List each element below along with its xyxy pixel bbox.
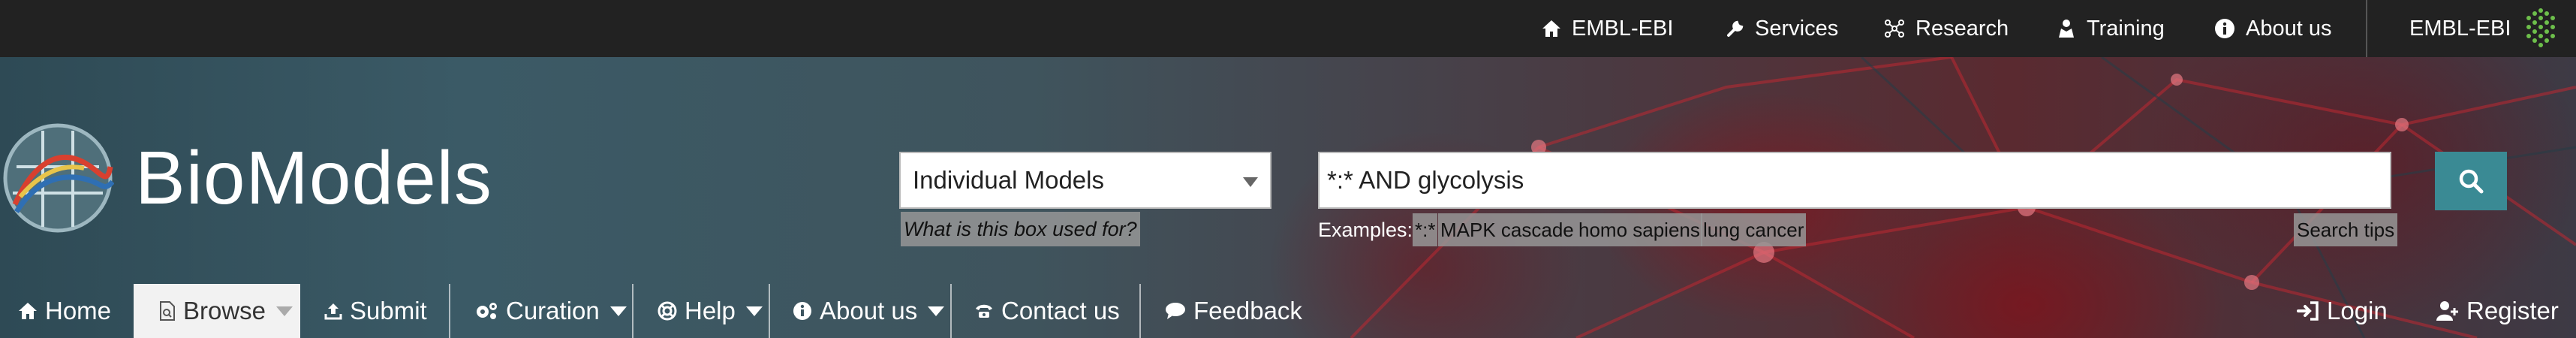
register-link[interactable]: Register xyxy=(2436,284,2559,338)
nav-divider xyxy=(632,284,633,338)
browse-icon xyxy=(160,301,175,321)
nav-browse[interactable]: Browse xyxy=(134,284,300,338)
org-label: EMBL-EBI xyxy=(2409,16,2511,41)
global-nav-about-us[interactable]: About us xyxy=(2214,0,2331,57)
nav-label: Submit xyxy=(350,297,427,324)
nav-feedback[interactable]: Feedback xyxy=(1165,284,1302,338)
nav-label: Help xyxy=(685,297,736,324)
example-link[interactable]: lung cancer xyxy=(1701,213,1807,246)
search-button[interactable] xyxy=(2435,152,2507,210)
nav-divider xyxy=(950,284,952,338)
wrench-icon xyxy=(1727,20,1744,37)
phone-icon xyxy=(976,304,992,318)
upload-icon xyxy=(324,303,342,320)
research-icon xyxy=(1885,20,1904,38)
global-nav-services[interactable]: Services xyxy=(1726,0,1838,57)
global-nav-divider xyxy=(2366,0,2367,57)
comment-icon xyxy=(1166,303,1185,319)
nav-divider xyxy=(769,284,770,338)
search-input[interactable]: *:* AND glycolysis xyxy=(1318,152,2391,209)
chevron-down-icon xyxy=(745,306,763,316)
nav-divider xyxy=(1139,284,1141,338)
example-link[interactable]: MAPK cascade xyxy=(1438,213,1576,246)
embl-ebi-logo-icon xyxy=(2526,8,2556,47)
nav-label: Browse xyxy=(183,297,266,324)
site-title[interactable]: BioModels xyxy=(135,129,492,227)
home-icon xyxy=(1542,20,1560,37)
biomodels-logo-icon[interactable] xyxy=(2,122,114,234)
global-nav-training[interactable]: Training xyxy=(2057,0,2165,57)
search-scope-value: Individual Models xyxy=(913,166,1104,194)
masthead: BioModels Individual Models What is this… xyxy=(0,57,2576,338)
global-nav-label: Training xyxy=(2087,16,2165,41)
search-tips-link[interactable]: Search tips xyxy=(2294,213,2398,246)
example-link[interactable]: homo sapiens xyxy=(1576,213,1702,246)
info-icon xyxy=(2215,19,2234,38)
nav-contact-us[interactable]: Contact us xyxy=(974,284,1120,338)
nav-about-us[interactable]: About us xyxy=(793,284,945,338)
global-nav-label: Research xyxy=(1915,16,2009,41)
nav-label: Home xyxy=(45,297,112,324)
examples-label: Examples: xyxy=(1318,219,1413,241)
nav-divider xyxy=(449,284,450,338)
global-header-bar: EMBL-EBI Services Research Training Abou… xyxy=(0,0,2576,57)
nav-label: Feedback xyxy=(1193,297,1302,324)
global-nav-label: Services xyxy=(1755,16,1839,41)
search-scope-select[interactable]: Individual Models xyxy=(899,152,1271,209)
global-nav-research[interactable]: Research xyxy=(1884,0,2009,57)
nav-label: Contact us xyxy=(1001,297,1120,324)
login-icon xyxy=(2297,301,2319,321)
gears-icon xyxy=(477,303,497,319)
global-nav-embl-ebi[interactable]: EMBL-EBI xyxy=(1542,0,1673,57)
chevron-down-icon xyxy=(609,306,627,316)
nav-curation[interactable]: Curation xyxy=(474,284,627,338)
home-icon xyxy=(19,303,37,319)
nav-submit[interactable]: Submit xyxy=(324,284,427,338)
training-icon xyxy=(2059,20,2074,38)
login-label: Login xyxy=(2327,297,2388,324)
scope-help-link[interactable]: What is this box used for? xyxy=(901,212,1140,246)
add-user-icon xyxy=(2436,301,2458,321)
chevron-down-icon xyxy=(1243,177,1258,187)
login-link[interactable]: Login xyxy=(2297,284,2388,338)
nav-label: Curation xyxy=(506,297,600,324)
main-nav: Home Browse Submit Curation Help About u… xyxy=(0,284,2576,338)
register-label: Register xyxy=(2466,297,2559,324)
nav-help[interactable]: Help xyxy=(658,284,763,338)
chevron-down-icon xyxy=(928,306,945,316)
global-nav-label: About us xyxy=(2246,16,2332,41)
embl-ebi-org-menu[interactable]: EMBL-EBI xyxy=(2409,0,2563,57)
example-link[interactable]: *:* xyxy=(1413,213,1438,246)
global-nav-label: EMBL-EBI xyxy=(1572,16,1674,41)
info-icon xyxy=(793,302,811,320)
search-icon xyxy=(2459,169,2484,194)
nav-home[interactable]: Home xyxy=(18,284,111,338)
lifebuoy-icon xyxy=(658,301,677,321)
nav-label: About us xyxy=(820,297,918,324)
chevron-down-icon xyxy=(276,306,293,316)
